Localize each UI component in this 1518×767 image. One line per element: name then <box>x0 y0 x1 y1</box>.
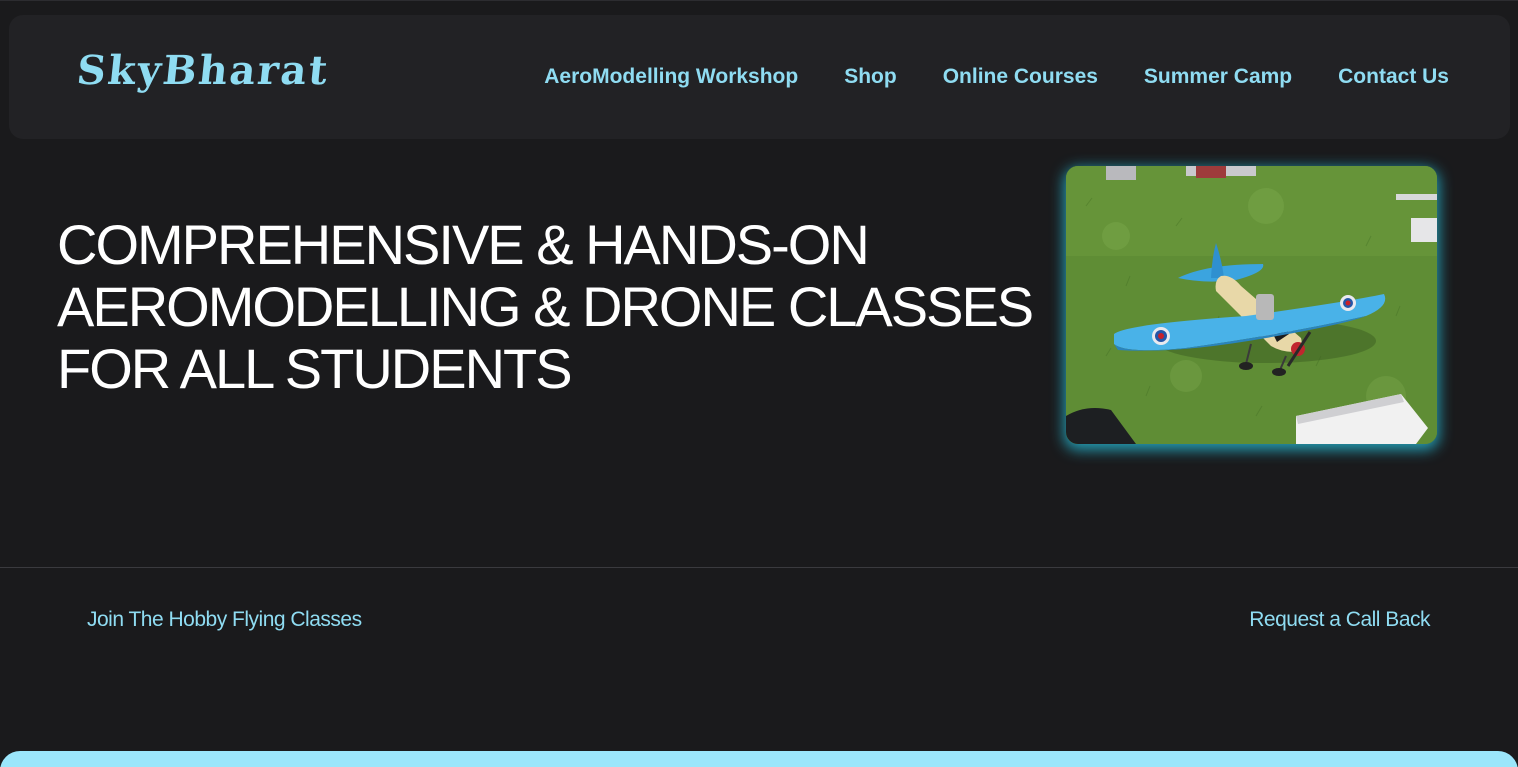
join-classes-link[interactable]: Join The Hobby Flying Classes <box>87 608 362 632</box>
hero-image <box>1066 166 1437 444</box>
navbar: SkyBharat AeroModelling Workshop Shop On… <box>9 15 1510 139</box>
site-logo[interactable]: SkyBharat <box>75 47 332 94</box>
hero-title: COMPREHENSIVE & HANDS-ON AEROMODELLING &… <box>57 213 1034 400</box>
nav-link-shop[interactable]: Shop <box>844 65 897 89</box>
nav-link-summer-camp[interactable]: Summer Camp <box>1144 65 1292 89</box>
nav-link-aeromodelling-workshop[interactable]: AeroModelling Workshop <box>544 65 798 89</box>
section-divider <box>0 567 1518 568</box>
page: SkyBharat AeroModelling Workshop Shop On… <box>0 0 1518 767</box>
request-callback-link[interactable]: Request a Call Back <box>1249 608 1430 632</box>
bottom-section-band <box>0 751 1518 767</box>
nav-link-contact-us[interactable]: Contact Us <box>1338 65 1449 89</box>
main-nav: AeroModelling Workshop Shop Online Cours… <box>544 65 1449 89</box>
nav-link-online-courses[interactable]: Online Courses <box>943 65 1098 89</box>
